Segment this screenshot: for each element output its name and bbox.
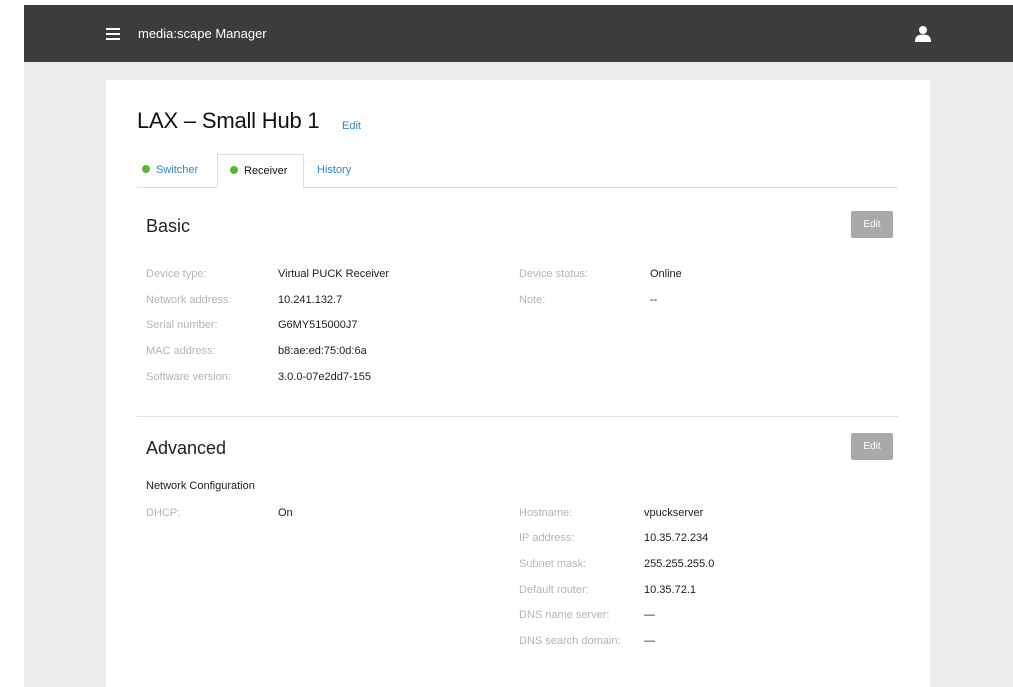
device-status-value: Online <box>650 268 682 280</box>
field-label: Hostname: <box>519 507 573 519</box>
mac-address-value: b8:ae:ed:75:0d:6a <box>278 345 367 357</box>
section-divider <box>137 416 898 417</box>
advanced-edit-button[interactable]: Edit <box>851 433 893 460</box>
basic-edit-button[interactable]: Edit <box>851 211 893 238</box>
field-label: DHCP: <box>146 507 181 519</box>
default-router-value: 10.35.72.1 <box>644 584 696 596</box>
advanced-section-title: Advanced <box>146 438 227 458</box>
hamburger-menu-icon[interactable] <box>106 28 120 40</box>
dhcp-value: On <box>278 507 293 519</box>
field-label: Device status: <box>519 268 589 280</box>
tab-receiver[interactable]: Receiver <box>217 154 304 188</box>
status-dot-icon <box>142 165 150 173</box>
status-dot-icon <box>230 166 238 174</box>
top-bar: media:scape Manager <box>24 5 1013 62</box>
field-label: DNS name server: <box>519 609 610 621</box>
network-address-value: 10.241.132.7 <box>278 294 343 306</box>
hostname-value: vpuckserver <box>644 507 704 519</box>
title-edit-link[interactable]: Edit <box>342 120 361 132</box>
ip-address-value: 10.35.72.234 <box>644 532 709 544</box>
basic-section-title: Basic <box>146 216 191 236</box>
tab-history[interactable]: History <box>317 154 351 186</box>
field-label: IP address: <box>519 532 575 544</box>
field-label: Software version: <box>146 371 231 383</box>
page-title: LAX – Small Hub 1 <box>137 108 320 133</box>
field-label: Device type: <box>146 268 207 280</box>
field-label: Serial number: <box>146 319 218 331</box>
field-label: DNS search domain: <box>519 635 621 647</box>
field-label: Network address: <box>146 294 232 306</box>
tab-label: Receiver <box>244 165 288 177</box>
tab-label: Switcher <box>156 164 199 176</box>
app-title: media:scape Manager <box>138 26 267 41</box>
field-label: MAC address: <box>146 345 216 357</box>
dns-search-domain-value: — <box>644 635 655 647</box>
field-label: Default router: <box>519 584 589 596</box>
software-version-value: 3.0.0-07e2dd7-155 <box>278 371 371 383</box>
tab-bar: Switcher Receiver History <box>137 154 898 188</box>
field-label: Subnet mask: <box>519 558 587 570</box>
subnet-mask-value: 255.255.255.0 <box>644 558 715 570</box>
dns-name-server-value: — <box>644 609 655 621</box>
serial-number-value: G6MY515000J7 <box>278 319 358 331</box>
app-frame: media:scape Manager LAX – Small Hub 1 Ed… <box>24 5 1013 687</box>
device-type-value: Virtual PUCK Receiver <box>278 268 390 280</box>
network-configuration-heading: Network Configuration <box>146 480 255 492</box>
tab-label: History <box>317 164 352 176</box>
tab-switcher[interactable]: Switcher <box>142 154 198 186</box>
note-value: -- <box>650 294 658 306</box>
device-card: LAX – Small Hub 1 Edit Switcher Receiver… <box>106 80 930 687</box>
field-label: Note: <box>519 294 546 306</box>
user-icon[interactable] <box>915 25 931 42</box>
